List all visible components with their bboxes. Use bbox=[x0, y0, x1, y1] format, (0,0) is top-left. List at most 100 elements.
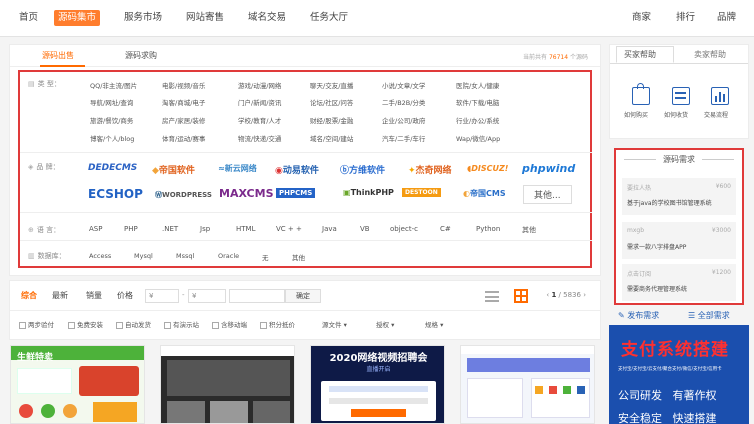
brand-thinkphp[interactable]: ▣ThinkPHP bbox=[343, 188, 394, 197]
price-confirm-button[interactable]: 确定 bbox=[285, 289, 321, 303]
language-link[interactable]: 其他 bbox=[522, 225, 536, 235]
brand-wordpress[interactable]: ⓌWORDPRESS bbox=[155, 190, 212, 200]
category-link[interactable]: 行业/办公/系统 bbox=[456, 115, 499, 125]
category-link[interactable]: 汽车/二手/车行 bbox=[382, 133, 425, 143]
publish-demand-button[interactable]: ✎ 发布需求 bbox=[618, 310, 659, 321]
prev-page-icon[interactable]: ‹ bbox=[546, 291, 549, 299]
language-link[interactable]: Jsp bbox=[200, 225, 210, 233]
receipt-icon[interactable] bbox=[672, 87, 690, 105]
nav-rank[interactable]: 排行 bbox=[672, 10, 699, 26]
category-link[interactable]: Wap/微信/App bbox=[456, 133, 500, 143]
category-link[interactable]: QQ/非主流/图片 bbox=[90, 80, 137, 90]
brand-fangwei[interactable]: ⓑ方维软件 bbox=[340, 163, 385, 176]
database-link[interactable]: Access bbox=[89, 252, 111, 260]
brand-empire[interactable]: ◆帝国软件 bbox=[152, 163, 195, 176]
database-link[interactable]: Oracle bbox=[218, 252, 239, 260]
payment-ad-banner[interactable]: 支付系统搭建 支付宝/支付宝/云支付/聚合支付/微信/支付宝/信用卡 公司研发 … bbox=[609, 325, 749, 424]
nav-source-market[interactable]: 源码集市 bbox=[54, 10, 101, 26]
demand-item[interactable]: mxgb ¥3000 需求一款八字排盘APP bbox=[622, 222, 736, 259]
language-link[interactable]: VC + + bbox=[276, 225, 302, 233]
category-link[interactable]: 财经/股票/金融 bbox=[310, 115, 353, 125]
tab-sell[interactable]: 源码出售 bbox=[42, 50, 74, 61]
tab-seller-help[interactable]: 卖家帮助 bbox=[694, 49, 726, 60]
demand-item[interactable]: 点击订阅 ¥1200 需要商务代理管理系统 bbox=[622, 264, 736, 301]
database-link[interactable]: 无 bbox=[262, 252, 269, 262]
shopping-bag-icon[interactable] bbox=[632, 83, 650, 105]
language-link[interactable]: Python bbox=[476, 225, 500, 233]
category-link[interactable]: 二手/B2B/分类 bbox=[382, 97, 425, 107]
chart-icon[interactable] bbox=[711, 87, 729, 105]
dropdown-source-file[interactable]: 源文件 ▾ bbox=[322, 319, 347, 329]
database-link[interactable]: 其他 bbox=[292, 252, 305, 262]
category-link[interactable]: 游戏/动漫/网络 bbox=[238, 80, 281, 90]
sort-overall[interactable]: 综合 bbox=[21, 290, 37, 301]
language-link[interactable]: PHP bbox=[124, 225, 138, 233]
price-extra-input[interactable] bbox=[229, 289, 285, 303]
option-checkbox[interactable]: 积分抵价 bbox=[260, 319, 295, 329]
brand-other[interactable]: 其他... bbox=[523, 185, 572, 204]
language-link[interactable]: ASP bbox=[89, 225, 102, 233]
category-link[interactable]: 导航/网址/查询 bbox=[90, 97, 133, 107]
dropdown-license[interactable]: 授权 ▾ bbox=[376, 319, 394, 329]
brand-phpwind[interactable]: phpwind bbox=[522, 162, 575, 175]
sort-newest[interactable]: 最新 bbox=[52, 290, 68, 301]
database-link[interactable]: Mssql bbox=[176, 252, 194, 260]
product-thumb[interactable] bbox=[160, 345, 295, 424]
database-link[interactable]: Mysql bbox=[134, 252, 153, 260]
option-checkbox[interactable]: 含移动端 bbox=[212, 319, 247, 329]
category-link[interactable]: 域名/空间/建站 bbox=[310, 133, 353, 143]
category-link[interactable]: 体育/运动/赛事 bbox=[162, 133, 205, 143]
brand-maxcms[interactable]: MAXCMS bbox=[219, 187, 274, 200]
brand-discuz[interactable]: ◖DISCUZ! bbox=[467, 164, 508, 173]
category-link[interactable]: 门户/新闻/资讯 bbox=[238, 97, 281, 107]
category-link[interactable]: 学校/教育/人才 bbox=[238, 115, 281, 125]
category-link[interactable]: 旅游/餐饮/商务 bbox=[90, 115, 133, 125]
demand-item[interactable]: 要拉人热 ¥600 基于java的学校图书馆管理系统 bbox=[622, 178, 736, 215]
tab-buy[interactable]: 源码求购 bbox=[125, 50, 157, 61]
language-link[interactable]: object-c bbox=[390, 225, 418, 233]
option-checkbox[interactable]: 免费安装 bbox=[68, 319, 103, 329]
brand-dongyi[interactable]: ◉动易软件 bbox=[275, 163, 319, 176]
category-link[interactable]: 企业/公司/政府 bbox=[382, 115, 425, 125]
brand-ecshop[interactable]: ECSHOP bbox=[88, 187, 143, 201]
price-min-input[interactable]: ¥ bbox=[145, 289, 179, 303]
category-link[interactable]: 博客/个人/blog bbox=[90, 133, 134, 143]
category-link[interactable]: 软件/下载/电脑 bbox=[456, 97, 499, 107]
quick-how-to-receive[interactable]: 如何收货 bbox=[664, 110, 688, 119]
list-view-icon[interactable] bbox=[485, 291, 499, 302]
category-link[interactable]: 房产/家居/装修 bbox=[162, 115, 205, 125]
quick-how-to-buy[interactable]: 如何购买 bbox=[624, 110, 648, 119]
nav-service-market[interactable]: 服务市场 bbox=[120, 10, 166, 26]
category-link[interactable]: 论坛/社区/问答 bbox=[310, 97, 353, 107]
option-checkbox[interactable]: 有演示站 bbox=[164, 319, 199, 329]
brand-jieqi[interactable]: ✦杰奇网络 bbox=[408, 163, 452, 176]
nav-site-consign[interactable]: 网站寄售 bbox=[182, 10, 228, 26]
category-link[interactable]: 医院/女人/健康 bbox=[456, 80, 499, 90]
brand-dedecms[interactable]: DEDECMS bbox=[88, 163, 137, 173]
nav-merchant[interactable]: 商家 bbox=[628, 10, 655, 26]
brand-empirecms[interactable]: ◐帝国CMS bbox=[463, 188, 506, 199]
product-thumb[interactable] bbox=[460, 345, 595, 424]
nav-task-hall[interactable]: 任务大厅 bbox=[306, 10, 352, 26]
grid-view-icon[interactable] bbox=[514, 289, 528, 303]
tab-buyer-help[interactable]: 买家帮助 bbox=[624, 49, 656, 60]
nav-domain-trade[interactable]: 域名交易 bbox=[244, 10, 290, 26]
language-link[interactable]: Java bbox=[322, 225, 337, 233]
category-link[interactable]: 物流/快递/交通 bbox=[238, 133, 281, 143]
dropdown-spec[interactable]: 规格 ▾ bbox=[425, 319, 443, 329]
language-link[interactable]: .NET bbox=[162, 225, 178, 233]
category-link[interactable]: 电影/视频/音乐 bbox=[162, 80, 205, 90]
category-link[interactable]: 聊天/交友/直播 bbox=[310, 80, 353, 90]
brand-phpcms[interactable]: PHPCMS bbox=[276, 188, 316, 198]
product-thumb[interactable]: 2020网络视频招聘会 直播开启 bbox=[310, 345, 445, 424]
all-demands-button[interactable]: ☰ 全部需求 bbox=[688, 310, 730, 321]
nav-home[interactable]: 首页 bbox=[15, 10, 42, 26]
sort-price[interactable]: 价格 bbox=[117, 290, 133, 301]
price-max-input[interactable]: ¥ bbox=[188, 289, 226, 303]
sort-sales[interactable]: 销量 bbox=[86, 290, 102, 301]
language-link[interactable]: HTML bbox=[236, 225, 255, 233]
nav-brand[interactable]: 品牌 bbox=[713, 10, 740, 26]
language-link[interactable]: C# bbox=[440, 225, 451, 233]
product-thumb[interactable]: 生鲜特卖 bbox=[10, 345, 145, 424]
category-link[interactable]: 淘客/商城/电子 bbox=[162, 97, 205, 107]
